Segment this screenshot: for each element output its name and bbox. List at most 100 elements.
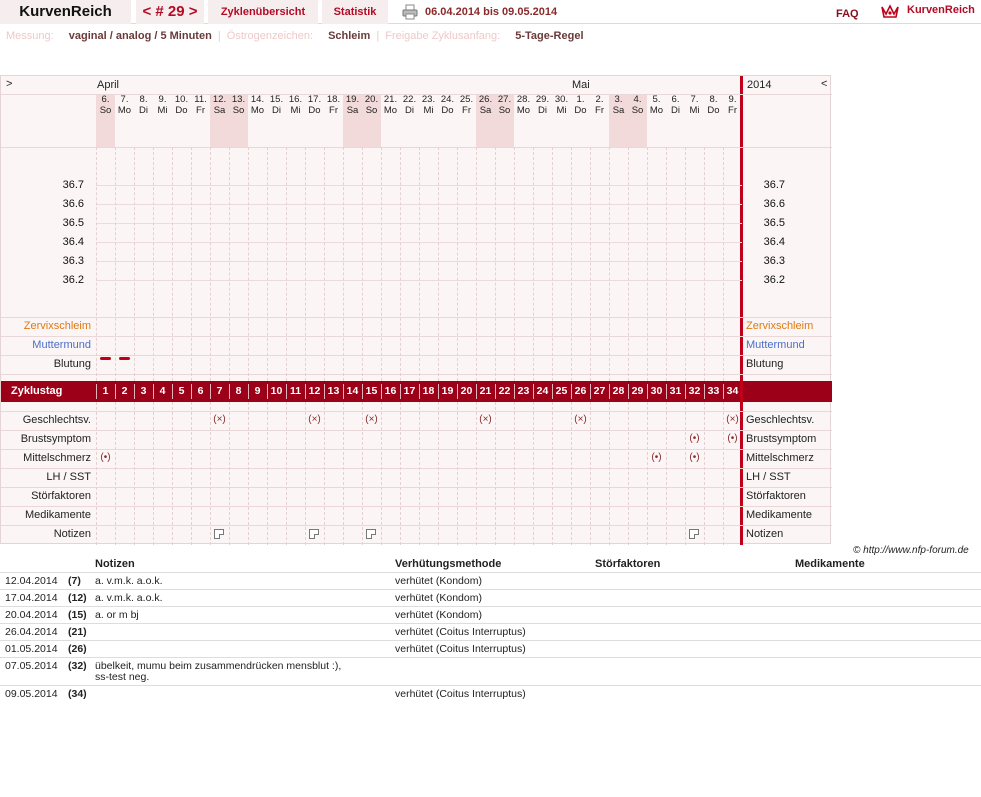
day-header[interactable]: 13. So — [229, 94, 248, 147]
cycle-day-number: 25 — [555, 385, 568, 397]
day-header[interactable]: 20. So — [362, 94, 381, 147]
note-icon[interactable] — [309, 529, 319, 539]
row-method: verhütet (Coitus Interruptus) — [395, 688, 526, 700]
intercourse-marker[interactable]: (×) — [723, 410, 742, 429]
day-header[interactable]: 8. Do — [704, 94, 723, 147]
midpain-marker[interactable]: (•) — [96, 448, 115, 467]
cycle-day-band: Zyklustag 1 2 3 4 5 6 7 8 9 10 11 12 13 14 15 16 17 18 19 2… — [1, 381, 832, 402]
top-bar: KurvenReich < # 29 > Zyklenübersicht Sta… — [0, 0, 981, 24]
weekday: Mo — [250, 105, 265, 116]
day-header[interactable]: 23. Mi — [419, 94, 438, 147]
cycle-day-number: 8 — [235, 385, 242, 397]
day-header[interactable]: 7. Mi — [685, 94, 704, 147]
faq-link[interactable]: FAQ — [836, 4, 859, 24]
day-header[interactable]: 15. Di — [267, 94, 286, 147]
day-column-line — [685, 402, 686, 545]
day-number: 12. — [212, 94, 227, 105]
day-column-line — [381, 147, 382, 381]
day-header[interactable]: 8. Di — [134, 94, 153, 147]
day-header[interactable]: 6. So — [96, 94, 115, 147]
intercourse-marker[interactable]: (×) — [305, 410, 324, 429]
day-header[interactable]: 28. Mo — [514, 94, 533, 147]
midpain-marker[interactable]: (•) — [685, 448, 704, 467]
note-icon[interactable] — [214, 529, 224, 539]
day-column-line — [96, 147, 97, 381]
day-column-line — [552, 147, 553, 381]
day-header[interactable]: 1. Do — [571, 94, 590, 147]
chart-scroll-left[interactable]: > — [6, 78, 12, 90]
table-row: 01.05.2014 (26) verhütet (Coitus Interrupt… — [0, 640, 981, 657]
day-header[interactable]: 2. Fr — [590, 94, 609, 147]
day-header[interactable]: 29. Di — [533, 94, 552, 147]
cycle-day-separator — [248, 384, 249, 399]
day-header[interactable]: 22. Di — [400, 94, 419, 147]
cycle-navigator[interactable]: < # 29 > — [136, 0, 204, 24]
day-header[interactable]: 17. Do — [305, 94, 324, 147]
cycle-day-number: 14 — [346, 385, 359, 397]
day-header[interactable]: 3. Sa — [609, 94, 628, 147]
day-header[interactable]: 27. So — [495, 94, 514, 147]
day-column-line — [704, 402, 705, 545]
crown-logo-icon[interactable] — [881, 3, 899, 19]
day-header[interactable]: 18. Fr — [324, 94, 343, 147]
day-column-line — [438, 147, 439, 381]
bleeding-marker[interactable] — [119, 357, 130, 360]
weekday: Do — [308, 105, 321, 116]
weekday: So — [498, 105, 511, 116]
row-date: 12.04.2014 — [5, 575, 58, 587]
chart-scroll-right[interactable]: < — [821, 78, 827, 90]
day-header[interactable]: 9. Fr — [723, 94, 742, 147]
day-header[interactable]: 14. Mo — [248, 94, 267, 147]
cycle-day-number: 13 — [327, 385, 340, 397]
breast-symptom-marker[interactable]: (•) — [685, 429, 704, 448]
row-date: 07.05.2014 — [5, 660, 58, 672]
temp-label-right: 36.4 — [763, 236, 785, 248]
printer-icon[interactable] — [402, 4, 418, 20]
row-label-intercourse-right: Geschlechtsv. — [746, 414, 815, 426]
row-cycle-day: (26) — [68, 643, 87, 655]
statistics-tab[interactable]: Statistik — [322, 0, 388, 24]
day-header[interactable]: 30. Mi — [552, 94, 571, 147]
app-logo[interactable]: KurvenReich — [0, 0, 131, 24]
day-header[interactable]: 26. Sa — [476, 94, 495, 147]
note-icon[interactable] — [366, 529, 376, 539]
day-header[interactable]: 9. Mi — [153, 94, 172, 147]
row-label-bleeding-right: Blutung — [746, 358, 784, 370]
intercourse-marker[interactable]: (×) — [210, 410, 229, 429]
cycle-day-separator — [96, 384, 97, 399]
grid-row-line — [1, 336, 832, 337]
breast-symptom-marker[interactable]: (•) — [723, 429, 742, 448]
grid-row-line — [1, 411, 832, 412]
day-column-line — [400, 402, 401, 545]
day-header[interactable]: 19. Sa — [343, 94, 362, 147]
day-header[interactable]: 25. Fr — [457, 94, 476, 147]
row-note-continued: ss-test neg. — [95, 671, 150, 683]
midpain-marker[interactable]: (•) — [647, 448, 666, 467]
day-header[interactable]: 21. Mo — [381, 94, 400, 147]
table-row: 26.04.2014 (21) verhütet (Coitus Interrupt… — [0, 623, 981, 640]
cycle-settings: Messung: vaginal / analog / 5 Minuten | … — [6, 30, 584, 44]
day-header[interactable]: 7. Mo — [115, 94, 134, 147]
intercourse-marker[interactable]: (×) — [362, 410, 381, 429]
cycle-overview-tab[interactable]: Zyklenübersicht — [208, 0, 318, 24]
brand-link[interactable]: KurvenReich — [907, 4, 975, 16]
cycle-day-separator — [457, 384, 458, 399]
day-header[interactable]: 6. Di — [666, 94, 685, 147]
day-header[interactable]: 4. So — [628, 94, 647, 147]
intercourse-marker[interactable]: (×) — [476, 410, 495, 429]
day-header[interactable]: 24. Do — [438, 94, 457, 147]
temp-label-right: 36.5 — [763, 217, 785, 229]
intercourse-marker[interactable]: (×) — [571, 410, 590, 429]
day-number: 16. — [288, 94, 303, 105]
day-header[interactable]: 10. Do — [172, 94, 191, 147]
day-header[interactable]: 12. Sa — [210, 94, 229, 147]
weekday: Fr — [462, 105, 471, 116]
note-icon[interactable] — [689, 529, 699, 539]
cycle-day-number: 6 — [197, 385, 204, 397]
day-header[interactable]: 11. Fr — [191, 94, 210, 147]
bleeding-marker[interactable] — [100, 357, 111, 360]
day-column-line — [324, 402, 325, 545]
day-header[interactable]: 5. Mo — [647, 94, 666, 147]
day-header[interactable]: 16. Mi — [286, 94, 305, 147]
header-meds: Medikamente — [795, 558, 865, 570]
